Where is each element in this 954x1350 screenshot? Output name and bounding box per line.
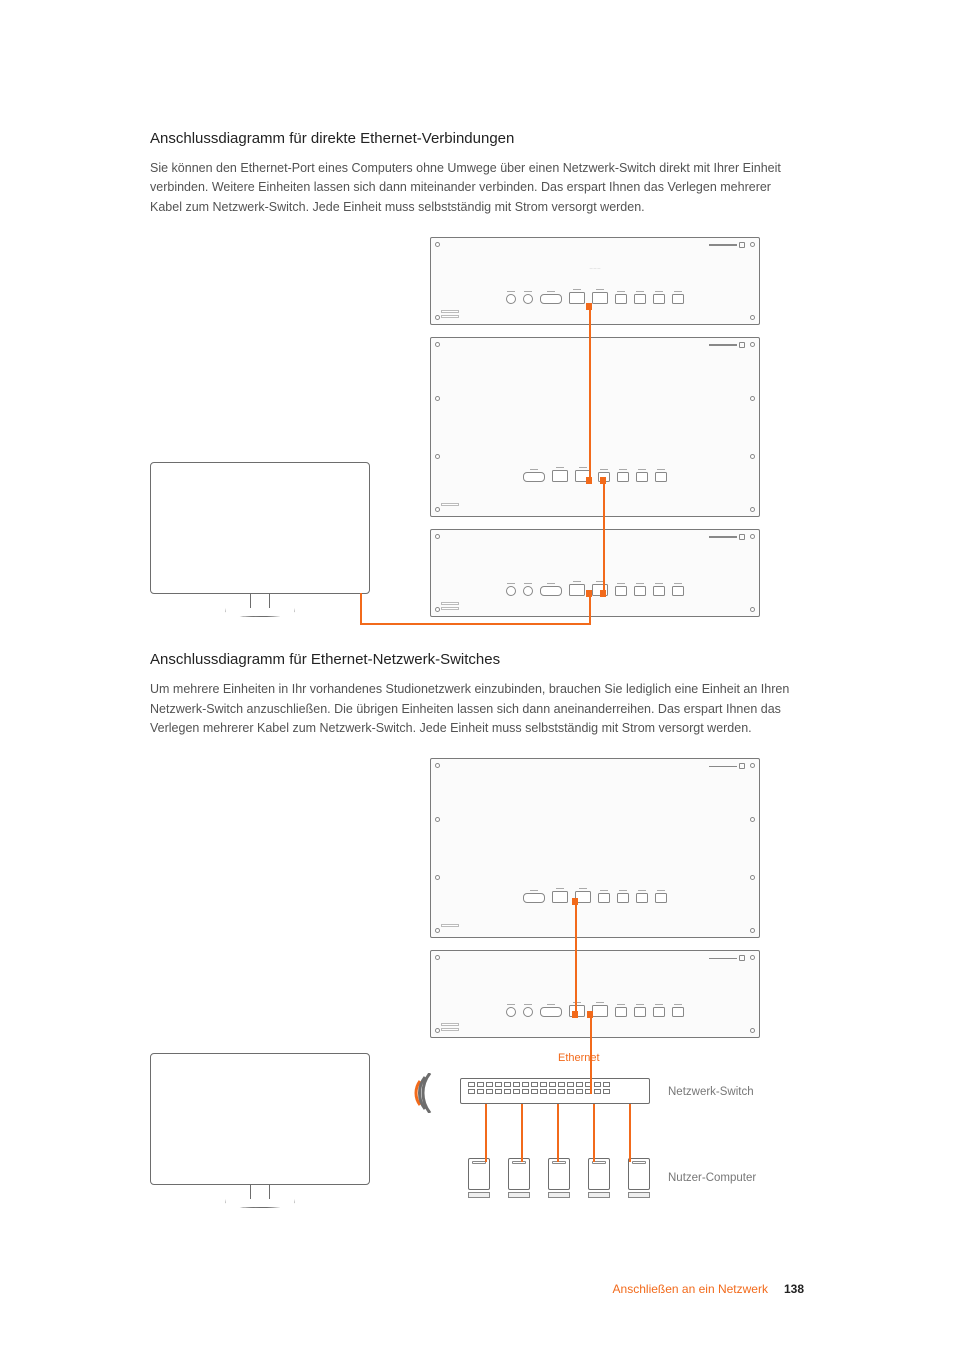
ethernet-plug (600, 590, 606, 597)
ethernet-cable (557, 1104, 559, 1162)
page-footer: Anschließen an ein Netzwerk 138 (613, 1282, 804, 1296)
footer-section: Anschließen an ein Netzwerk (613, 1282, 768, 1296)
diagram-direct-ethernet: — — — (150, 237, 804, 629)
rack-unit-bottom (430, 529, 760, 617)
ethernet-cable (575, 905, 577, 1018)
ethernet-cable (521, 1104, 523, 1162)
diagram-network-switch: Ethernet /*placeholder*/ (150, 758, 804, 1234)
ethernet-plug (572, 1011, 578, 1018)
computer-monitor (150, 1053, 370, 1208)
ethernet-plug (586, 590, 592, 597)
ethernet-cable (629, 1104, 631, 1162)
wifi-icon (398, 1073, 438, 1113)
section2-heading: Anschlussdiagramm für Ethernet-Netzwerk-… (150, 651, 804, 668)
client-computers (468, 1158, 650, 1198)
ethernet-cable (589, 597, 591, 625)
ethernet-cable (593, 1104, 595, 1162)
rack-unit-top2 (430, 758, 760, 938)
ethernet-plug (586, 303, 592, 310)
ethernet-label: Ethernet (558, 1052, 600, 1064)
ethernet-plug (587, 1011, 593, 1018)
ethernet-cable (360, 593, 362, 625)
label-network-switch: Netzwerk-Switch (668, 1086, 754, 1098)
section2-body: Um mehrere Einheiten in Ihr vorhandenes … (150, 680, 790, 738)
rack-unit-top: — — — (430, 237, 760, 325)
ethernet-cable (485, 1104, 487, 1162)
ethernet-plug (600, 477, 606, 484)
section1-heading: Anschlussdiagramm für direkte Ethernet-V… (150, 130, 804, 147)
switch-ports (468, 1082, 610, 1094)
rack-unit-bottom2 (430, 950, 760, 1038)
ethernet-cable (603, 484, 605, 597)
rack-unit-middle (430, 337, 760, 517)
ethernet-cable (590, 1018, 592, 1094)
ethernet-plug (586, 477, 592, 484)
computer-monitor (150, 462, 370, 617)
ethernet-plug (572, 898, 578, 905)
section1-body: Sie können den Ethernet-Port eines Compu… (150, 159, 790, 217)
ethernet-cable (360, 623, 591, 625)
label-user-computer: Nutzer-Computer (668, 1172, 756, 1184)
ethernet-cable (589, 309, 591, 484)
footer-page-number: 138 (784, 1282, 804, 1296)
